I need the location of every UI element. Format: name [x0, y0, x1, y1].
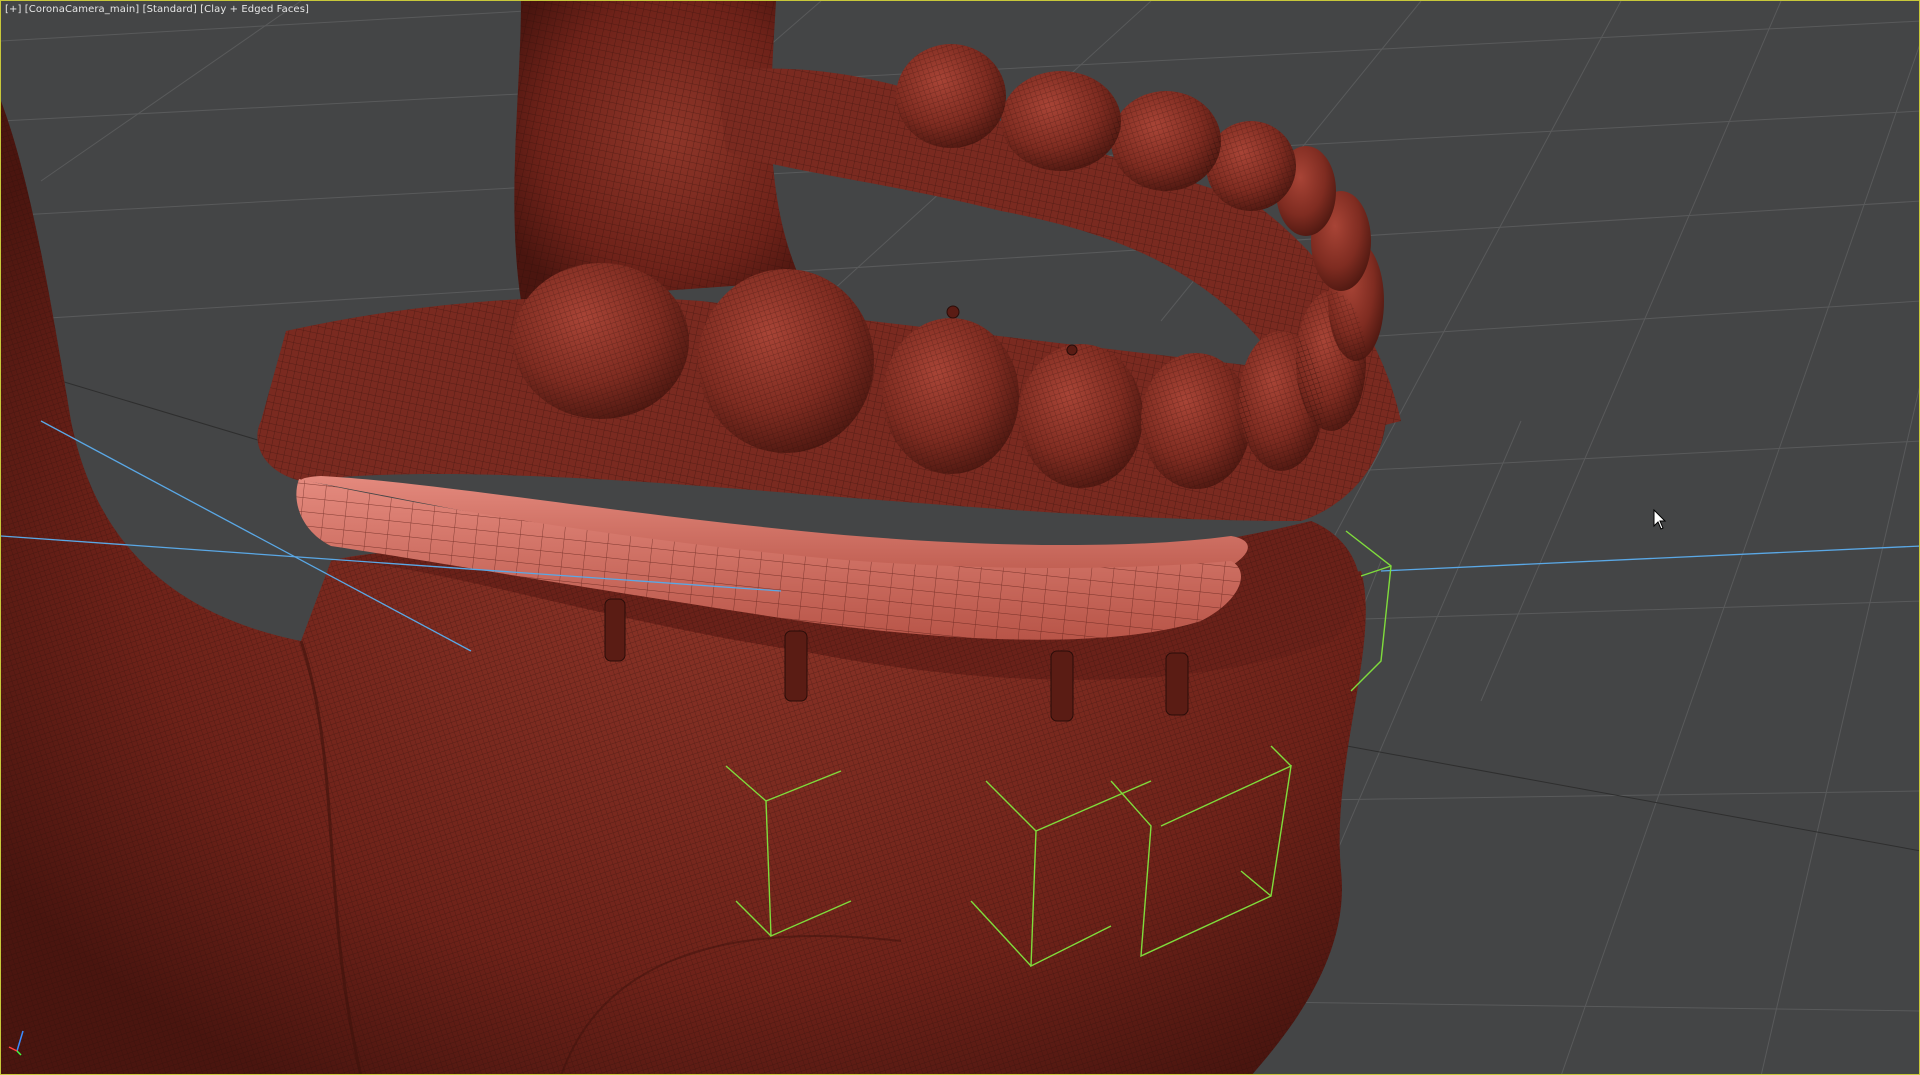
axis-tripod-icon — [8, 1030, 24, 1056]
display-style-menu[interactable]: [Clay + Edged Faces] — [200, 4, 309, 15]
viewport-scene[interactable] — [1, 1, 1920, 1075]
viewport-menu-button[interactable]: [+] — [5, 4, 21, 15]
shading-profile-menu[interactable]: [Standard] — [143, 4, 197, 15]
viewport-label[interactable]: [+] [CoronaCamera_main] [Standard] [Clay… — [5, 4, 309, 15]
point-of-view-menu[interactable]: [CoronaCamera_main] — [25, 4, 140, 15]
mouse-cursor-icon — [1653, 509, 1667, 530]
perspective-viewport[interactable]: [+] [CoronaCamera_main] [Standard] [Clay… — [0, 0, 1920, 1075]
